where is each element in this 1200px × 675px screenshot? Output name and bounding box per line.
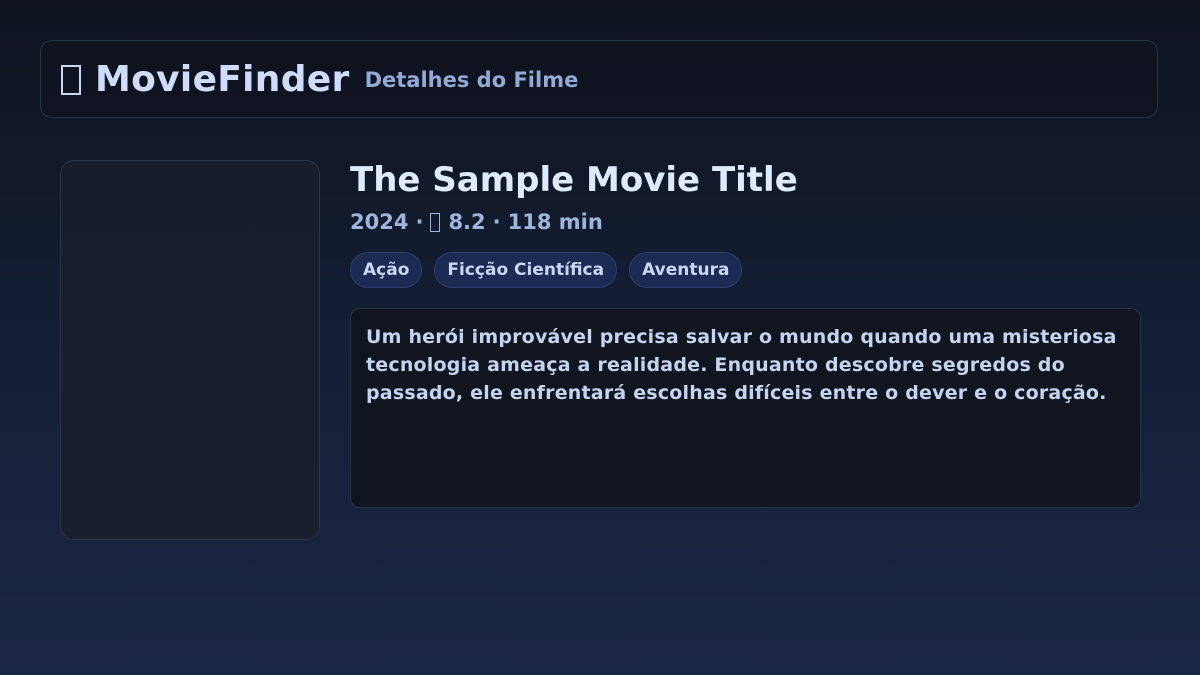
movie-synopsis: Um herói improvável precisa salvar o mun… [350, 308, 1141, 508]
movie-rating: 8.2 [448, 210, 486, 234]
movie-poster [60, 160, 320, 540]
genre-tags: Ação Ficção Científica Aventura [350, 252, 1142, 288]
movie-duration: 118 min [507, 210, 603, 234]
meta-separator: · [415, 210, 424, 234]
film-icon [61, 65, 81, 95]
movie-title: The Sample Movie Title [350, 160, 798, 200]
app-header: MovieFinder Detalhes do Filme [40, 40, 1158, 118]
meta-separator: · [492, 210, 501, 234]
app-brand[interactable]: MovieFinder [95, 59, 350, 100]
page-subtitle: Detalhes do Filme [364, 68, 579, 92]
genre-tag[interactable]: Ação [350, 252, 423, 288]
movie-year: 2024 [350, 210, 409, 234]
movie-meta: 2024 · 8.2 · 118 min [350, 208, 1142, 236]
genre-tag[interactable]: Aventura [629, 252, 743, 288]
star-icon [430, 212, 441, 232]
genre-tag[interactable]: Ficção Científica [434, 252, 618, 288]
movie-details: The Sample Movie Title 2024 · 8.2 · 118 … [350, 160, 1142, 508]
